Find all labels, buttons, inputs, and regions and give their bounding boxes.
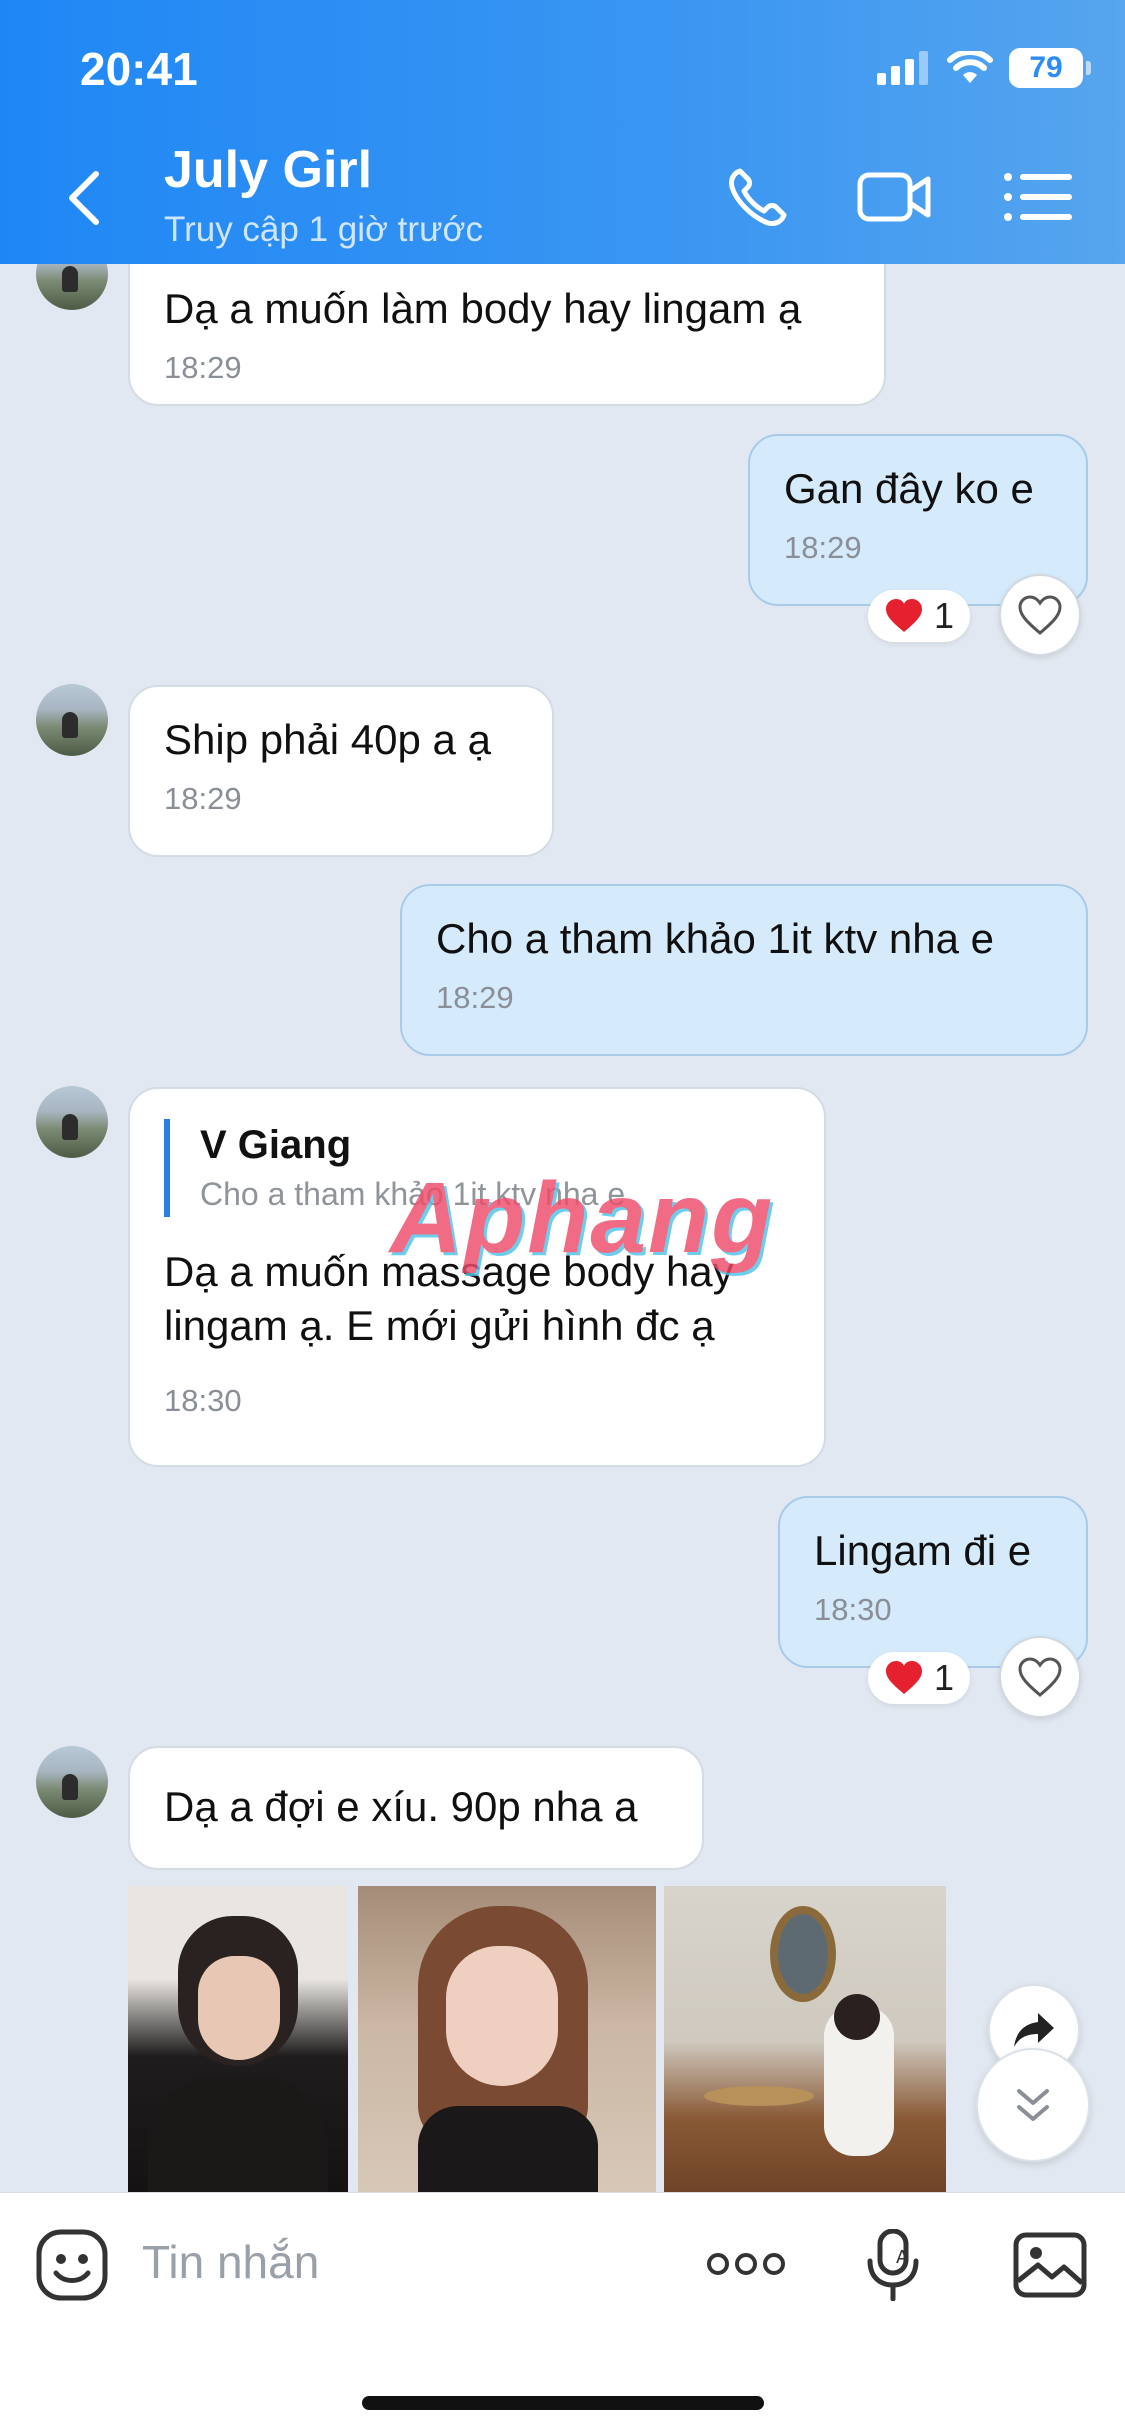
message-bubble-incoming-reply[interactable]: V Giang Cho a tham khảo 1it ktv nha e Dạ… — [128, 1087, 826, 1467]
message-text: Dạ a muốn làm body hay lingam ạ — [164, 285, 802, 332]
forward-icon — [1014, 2013, 1054, 2047]
status-icons: 79 — [877, 48, 1091, 88]
reaction-count: 1 — [934, 595, 955, 636]
contact-avatar[interactable] — [36, 264, 108, 310]
message-time: 18:29 — [164, 781, 242, 816]
reaction-count: 1 — [934, 1657, 955, 1698]
message-text: Dạ a đợi e xíu. 90p nha a — [164, 1783, 638, 1830]
message-bubble-incoming[interactable]: Dạ a đợi e xíu. 90p nha a — [128, 1746, 704, 1870]
heart-outline-icon — [1018, 1657, 1062, 1697]
heart-reaction-icon — [886, 1661, 922, 1694]
message-text: Cho a tham khảo 1it ktv nha e — [436, 915, 994, 962]
reaction-badge[interactable]: 1 — [868, 590, 971, 642]
heart-reaction-icon — [886, 599, 922, 632]
wifi-icon — [947, 51, 993, 83]
voice-input-icon[interactable]: A — [866, 2229, 920, 2301]
chat-header: 20:41 79 July Girl Truy cập 1 giờ trước — [0, 0, 1125, 264]
watermark-logo: Aphang — [390, 1162, 775, 1274]
back-icon[interactable] — [62, 168, 110, 228]
contact-avatar[interactable] — [36, 684, 108, 756]
photo-thumbnail[interactable] — [664, 1886, 946, 2192]
message-bubble-incoming[interactable]: Ship phải 40p a ạ 18:29 — [128, 685, 554, 857]
scroll-to-bottom-button[interactable] — [976, 2048, 1090, 2162]
svg-text:A: A — [896, 2247, 909, 2268]
message-time: 18:30 — [164, 1383, 242, 1418]
reaction-badge[interactable]: 1 — [868, 1652, 971, 1704]
message-text: Lingam đi e — [814, 1527, 1032, 1574]
image-picker-icon[interactable] — [1012, 2231, 1088, 2299]
video-call-icon[interactable] — [856, 165, 932, 229]
message-time: 18:30 — [814, 1592, 892, 1627]
signal-icon — [877, 51, 928, 85]
last-seen-status: Truy cập 1 giờ trước — [164, 210, 483, 249]
photo-thumbnail[interactable] — [358, 1886, 656, 2192]
home-indicator[interactable] — [362, 2396, 764, 2410]
contact-name[interactable]: July Girl — [164, 140, 372, 200]
message-bubble-incoming[interactable]: Dạ a muốn làm body hay lingam ạ 18:29 — [128, 264, 886, 406]
photo-thumbnail[interactable] — [128, 1886, 348, 2192]
message-time: 18:29 — [436, 980, 514, 1015]
message-text-line: lingam ạ. E mới gửi hình đc ạ — [164, 1302, 715, 1349]
message-list[interactable]: Dạ a muốn làm body hay lingam ạ 18:29 Ga… — [0, 264, 1125, 2192]
message-text: Gan đây ko e — [784, 465, 1034, 512]
more-icon[interactable] — [706, 2249, 786, 2279]
message-input[interactable]: Tin nhắn — [142, 2235, 319, 2289]
contact-avatar[interactable] — [36, 1086, 108, 1158]
sticker-icon[interactable] — [34, 2227, 110, 2303]
message-text: Ship phải 40p a ạ — [164, 716, 491, 763]
scroll-down-icon — [1017, 2089, 1049, 2121]
status-time: 20:41 — [80, 43, 198, 95]
message-bubble-outgoing[interactable]: Cho a tham khảo 1it ktv nha e 18:29 — [400, 884, 1088, 1056]
like-button[interactable] — [999, 1636, 1081, 1718]
battery-indicator: 79 — [1009, 48, 1091, 88]
message-time: 18:29 — [164, 350, 242, 385]
message-time: 18:29 — [784, 530, 862, 565]
contact-avatar[interactable] — [36, 1746, 108, 1818]
phone-icon[interactable] — [722, 165, 798, 229]
menu-icon[interactable] — [1000, 165, 1076, 229]
like-button[interactable] — [999, 574, 1081, 656]
heart-outline-icon — [1018, 595, 1062, 635]
